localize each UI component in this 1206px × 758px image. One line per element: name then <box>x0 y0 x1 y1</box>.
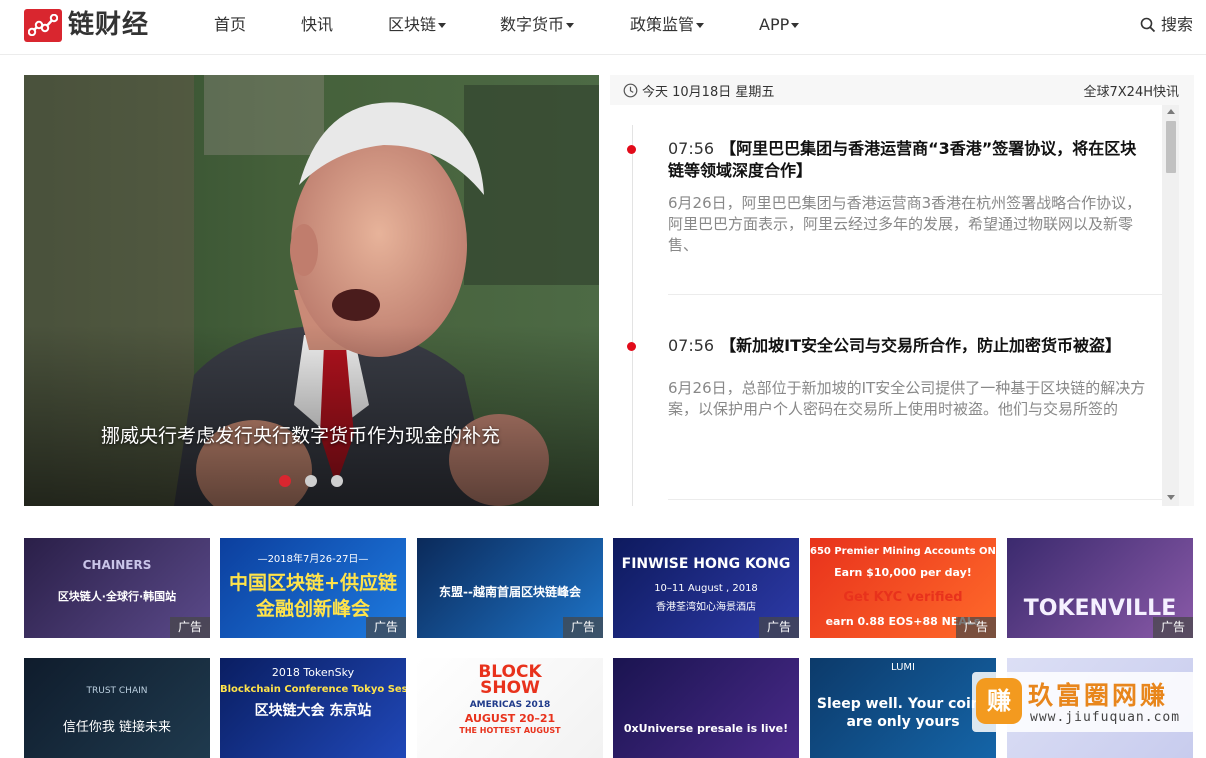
watermark-title: 玖富圈网赚 <box>1028 681 1169 710</box>
ad-banner[interactable]: TOKENVILLE 广告 <box>1007 538 1193 638</box>
scroll-thumb[interactable] <box>1166 121 1176 173</box>
carousel-dots <box>279 475 357 487</box>
ad-text: Get KYC verified <box>843 590 963 605</box>
flash-scrollbar[interactable] <box>1162 105 1179 506</box>
site-name: 链财经 <box>68 10 150 40</box>
search-button[interactable]: 搜索 <box>1140 14 1193 36</box>
ad-text: 东盟--越南首届区块链峰会 <box>439 585 581 599</box>
ad-text: TRUST CHAIN <box>86 686 148 696</box>
ad-text: Earn $10,000 per day! <box>834 566 972 579</box>
ad-banner[interactable]: —2018年7月26-27日— 中国区块链+供应链 金融创新峰会 广告 <box>220 538 406 638</box>
ad-banner[interactable]: FINWISE HONG KONG 10–11 August , 2018 香港荃湾… <box>613 538 799 638</box>
chain-logo-icon <box>24 8 62 42</box>
nav-blockchain[interactable]: 区块链 <box>388 14 447 36</box>
carousel-dot-2[interactable] <box>305 475 317 487</box>
ad-text: 中国区块链+供应链 <box>229 572 397 594</box>
timeline-dot <box>627 342 636 351</box>
watermark: 赚 玖富圈网赚 www.jiufuquan.com <box>972 672 1196 732</box>
carousel-dot-3[interactable] <box>331 475 343 487</box>
ad-banner[interactable]: CHAINERS 区块链人·全球行·韩国站广告 <box>24 538 210 638</box>
scroll-down-arrow-icon[interactable] <box>1167 495 1175 500</box>
ad-text: AMERICAS 2018 <box>469 700 551 710</box>
ad-text: 区块链大会 东京站 <box>254 703 372 719</box>
ad-text: THE HOTTEST AUGUST <box>459 726 561 735</box>
watermark-logo: 赚 <box>976 678 1022 724</box>
carousel-dot-1[interactable] <box>279 475 291 487</box>
timeline-dot <box>627 145 636 154</box>
ad-text: 2018 TokenSky <box>271 666 355 679</box>
ad-text: FINWISE HONG KONG <box>621 556 791 572</box>
ad-banner[interactable]: 2018 TokenSky Blockchain Conference Tokyo… <box>220 658 406 758</box>
ad-text: 650 Premier Mining Accounts ONLY! <box>810 546 996 557</box>
nav-home[interactable]: 首页 <box>214 14 246 36</box>
scroll-up-arrow-icon[interactable] <box>1167 109 1175 114</box>
flash-list[interactable]: 07:56 【阿里巴巴集团与香港运营商“3香港”签署协议，将在区块链等领域深度合作… <box>610 105 1162 506</box>
flash-body: 6月26日，阿里巴巴集团与香港运营商3香港在杭州签署战略合作协议，阿里巴巴方面表… <box>668 194 1142 254</box>
nav-digital-currency-label: 数字货币 <box>500 15 565 34</box>
nav-regulation[interactable]: 政策监管 <box>630 14 705 36</box>
watermark-url: www.jiufuquan.com <box>1030 710 1181 725</box>
flash-date-label: 今天 10月18日 星期五 <box>642 85 775 100</box>
ad-badge: 广告 <box>1153 617 1193 638</box>
ad-text: SHOW <box>480 678 540 698</box>
ad-badge: 广告 <box>170 617 210 638</box>
ad-text: CHAINERS <box>82 558 152 572</box>
chevron-down-icon <box>566 23 575 28</box>
ad-text: are only yours <box>846 714 960 730</box>
flash-date: 今天 10月18日 星期五 <box>623 81 774 100</box>
ad-text: LUMI <box>891 662 915 673</box>
flash-title: 【新加坡IT安全公司与交易所合作，防止加密货币被盗】 <box>720 336 1121 355</box>
ad-text: 区块链人·全球行·韩国站 <box>57 590 177 603</box>
flash-headline[interactable]: 07:56 【新加坡IT安全公司与交易所合作，防止加密货币被盗】 <box>668 335 1148 357</box>
ad-text: Blockchain Conference Tokyo Session <box>220 684 406 695</box>
ad-text: —2018年7月26-27日— <box>257 554 369 565</box>
nav-flash[interactable]: 快讯 <box>301 14 333 36</box>
search-icon <box>1140 17 1156 33</box>
nav-app[interactable]: APP <box>759 14 800 36</box>
flash-headline[interactable]: 07:56 【阿里巴巴集团与香港运营商“3香港”签署协议，将在区块链等领域深度合作… <box>668 138 1148 182</box>
ad-banner[interactable]: LUMI Sleep well. Your coins are only yours <box>810 658 996 758</box>
site-logo[interactable]: 链财经 <box>24 7 149 43</box>
ad-badge: 广告 <box>956 617 996 638</box>
ad-banner[interactable]: 0xUniverse presale is live! <box>613 658 799 758</box>
nav-home-label: 首页 <box>214 15 247 34</box>
ad-text: 香港荃湾如心海景酒店 <box>656 602 756 613</box>
chevron-down-icon <box>696 23 705 28</box>
flash-time: 07:56 <box>668 336 715 355</box>
ad-badge: 广告 <box>759 617 799 638</box>
hero-caption[interactable]: 挪威央行考虑发行央行数字货币作为现金的补充 <box>101 421 500 448</box>
flash-body: 6月26日，总部位于新加坡的IT安全公司提供了一种基于区块链的解决方案，以保护用… <box>668 379 1146 418</box>
flash-time: 07:56 <box>668 139 715 158</box>
ad-banner[interactable]: 650 Premier Mining Accounts ONLY! Earn $1… <box>810 538 996 638</box>
chevron-down-icon <box>791 23 800 28</box>
ad-badge: 广告 <box>563 617 603 638</box>
divider <box>668 499 1162 500</box>
timeline-line <box>632 125 633 506</box>
chevron-down-icon <box>438 23 447 28</box>
ad-text: 10–11 August , 2018 <box>654 583 758 594</box>
nav-app-label: APP <box>759 15 790 34</box>
ad-banner[interactable]: 东盟--越南首届区块链峰会广告 <box>417 538 603 638</box>
hero-carousel[interactable]: 挪威央行考虑发行央行数字货币作为现金的补充 <box>24 75 599 506</box>
site-header: 链财经 首页 快讯 区块链 数字货币 政策监管 APP 搜索 <box>0 0 1206 55</box>
nav-blockchain-label: 区块链 <box>388 15 437 34</box>
clock-icon <box>623 83 638 98</box>
ad-text: 0xUniverse presale is live! <box>623 722 789 735</box>
ad-text: Sleep well. Your coins <box>816 696 990 712</box>
ad-banner[interactable]: BLOCK SHOW AMERICAS 2018 AUGUST 20–21 THE HO… <box>417 658 603 758</box>
divider <box>668 294 1162 295</box>
ad-banner[interactable]: TRUST CHAIN 信任你我 链接未来 <box>24 658 210 758</box>
flash-title: 【阿里巴巴集团与香港运营商“3香港”签署协议，将在区块链等领域深度合作】 <box>668 139 1137 180</box>
nav-flash-label: 快讯 <box>301 15 334 34</box>
news-flash-panel: 今天 10月18日 星期五 全球7X24H快讯 07:56 【阿里巴巴集团与香港运… <box>610 75 1194 506</box>
search-label: 搜索 <box>1160 15 1193 34</box>
nav-regulation-label: 政策监管 <box>630 15 695 34</box>
ad-badge: 广告 <box>366 617 406 638</box>
flash-global-link[interactable]: 全球7X24H快讯 <box>1084 81 1180 100</box>
nav-digital-currency[interactable]: 数字货币 <box>500 14 575 36</box>
ad-text: 信任你我 链接未来 <box>62 720 172 735</box>
ad-text: AUGUST 20–21 <box>464 712 556 725</box>
